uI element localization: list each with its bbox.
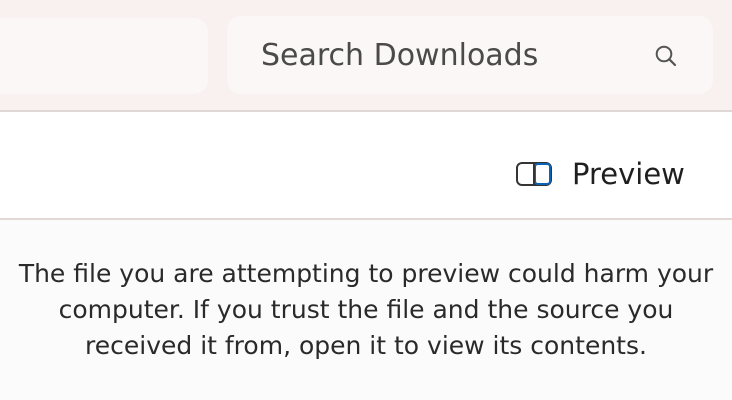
- preview-toggle-button[interactable]: Preview: [514, 150, 685, 198]
- downloads-window: Preview The file you are attempting to p…: [0, 0, 732, 400]
- search-icon[interactable]: [653, 43, 679, 69]
- search-input[interactable]: [261, 16, 641, 94]
- search-box[interactable]: [227, 16, 713, 94]
- preview-warning-message: The file you are attempting to preview c…: [18, 259, 714, 360]
- preview-pane: The file you are attempting to preview c…: [0, 220, 732, 400]
- toolbar: Preview: [0, 112, 732, 220]
- preview-label: Preview: [572, 157, 685, 191]
- address-bar[interactable]: [0, 18, 208, 94]
- header-bar: [0, 0, 732, 112]
- split-panel-icon: [516, 162, 552, 186]
